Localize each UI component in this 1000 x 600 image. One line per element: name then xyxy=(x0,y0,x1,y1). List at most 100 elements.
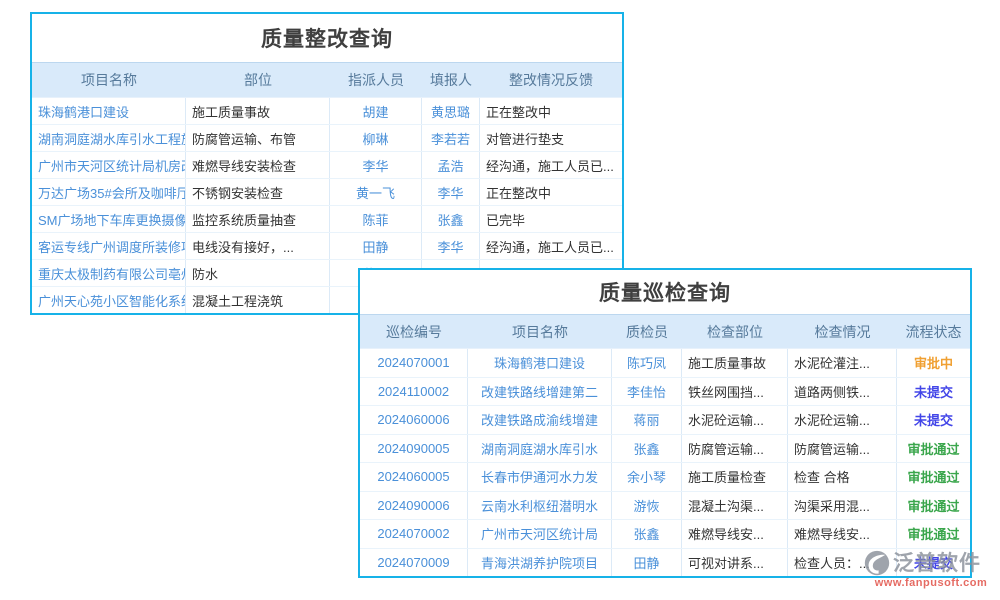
project-name-link[interactable]: 客运专线广州调度所装修项 xyxy=(32,233,186,259)
project-name-link[interactable]: 广州市天河区统计局 xyxy=(468,520,612,548)
inspector-link[interactable]: 张鑫 xyxy=(612,520,682,548)
assignee-link[interactable]: 李华 xyxy=(330,152,422,178)
inspection-id-link[interactable]: 2024070002 xyxy=(360,520,468,548)
reporter-link[interactable]: 孟浩 xyxy=(422,152,480,178)
assignee-link[interactable]: 柳琳 xyxy=(330,125,422,151)
project-name-link[interactable]: 广州市天河区统计局机房改 xyxy=(32,152,186,178)
table-header-row: 巡检编号 项目名称 质检员 检查部位 检查情况 流程状态 xyxy=(360,314,970,349)
status-badge: 审批中 xyxy=(914,356,953,371)
part-cell: 监控系统质量抽查 xyxy=(186,206,330,232)
column-header-check-situation: 检查情况 xyxy=(788,322,897,342)
reporter-link[interactable]: 李华 xyxy=(422,233,480,259)
table-row[interactable]: 万达广场35#会所及咖啡厅装 不锈钢安装检查 黄一飞 李华 正在整改中 xyxy=(32,179,622,206)
inspection-id-link[interactable]: 2024090005 xyxy=(360,435,468,463)
inspection-id-link[interactable]: 2024110002 xyxy=(360,378,468,406)
watermark-url: www.fanpusoft.com xyxy=(864,578,998,589)
inspector-link[interactable]: 蒋丽 xyxy=(612,406,682,434)
column-header-project: 项目名称 xyxy=(32,70,186,90)
table-row[interactable]: 2024070001 珠海鹤港口建设 陈巧凤 施工质量事故 水泥砼灌注... 审… xyxy=(360,349,970,378)
check-situation-cell: 防腐管运输... xyxy=(788,435,897,463)
part-cell: 不锈钢安装检查 xyxy=(186,179,330,205)
project-name-link[interactable]: 改建铁路线增建第二 xyxy=(468,378,612,406)
inspection-id-link[interactable]: 2024060006 xyxy=(360,406,468,434)
feedback-cell: 经沟通，施工人员已... xyxy=(480,237,622,256)
status-badge: 审批通过 xyxy=(907,527,959,542)
inspection-id-link[interactable]: 2024060005 xyxy=(360,463,468,491)
table-row[interactable]: 客运专线广州调度所装修项 电线没有接好，... 田静 李华 经沟通，施工人员已.… xyxy=(32,233,622,260)
check-part-cell: 水泥砼运输... xyxy=(682,406,788,434)
part-cell: 防腐管运输、布管 xyxy=(186,125,330,151)
project-name-link[interactable]: 重庆太极制药有限公司亳州 xyxy=(32,260,186,286)
assignee-link[interactable]: 胡建 xyxy=(330,98,422,124)
project-name-link[interactable]: 长春市伊通河水力发 xyxy=(468,463,612,491)
column-header-project: 项目名称 xyxy=(468,322,612,342)
assignee-link[interactable]: 陈菲 xyxy=(330,206,422,232)
project-name-link[interactable]: 湖南洞庭湖水库引水 xyxy=(468,435,612,463)
project-name-link[interactable]: SM广场地下车库更换摄像机 xyxy=(32,206,186,232)
assignee-link[interactable]: 黄一飞 xyxy=(330,179,422,205)
table-row[interactable]: 珠海鹤港口建设 施工质量事故 胡建 黄思璐 正在整改中 xyxy=(32,98,622,125)
column-header-inspector: 质检员 xyxy=(612,322,682,342)
check-situation-cell: 难燃导线安... xyxy=(788,520,897,548)
project-name-link[interactable]: 广州天心苑小区智能化系统 xyxy=(32,287,186,313)
reporter-link[interactable]: 张鑫 xyxy=(422,206,480,232)
column-header-feedback: 整改情况反馈 xyxy=(480,70,622,90)
project-name-link[interactable]: 湖南洞庭湖水库引水工程施 xyxy=(32,125,186,151)
table-row[interactable]: 2024110002 改建铁路线增建第二 李佳怡 铁丝网围挡... 道路两侧铁.… xyxy=(360,378,970,407)
part-cell: 防水 xyxy=(186,260,330,286)
inspector-link[interactable]: 田静 xyxy=(612,549,682,577)
table-row[interactable]: 2024090005 湖南洞庭湖水库引水 张鑫 防腐管运输... 防腐管运输..… xyxy=(360,435,970,464)
reporter-link[interactable]: 李华 xyxy=(422,179,480,205)
inspector-link[interactable]: 李佳怡 xyxy=(612,378,682,406)
reporter-link[interactable]: 黄思璐 xyxy=(422,98,480,124)
check-part-cell: 混凝土沟渠... xyxy=(682,492,788,520)
table-row[interactable]: 2024060006 改建铁路成渝线增建 蒋丽 水泥砼运输... 水泥砼运输..… xyxy=(360,406,970,435)
check-situation-cell: 水泥砼灌注... xyxy=(788,349,897,377)
status-badge: 未提交 xyxy=(914,385,953,400)
check-situation-cell: 道路两侧铁... xyxy=(788,378,897,406)
check-part-cell: 难燃导线安... xyxy=(682,520,788,548)
inspection-id-link[interactable]: 2024070009 xyxy=(360,549,468,577)
table-row[interactable]: 2024060005 长春市伊通河水力发 余小琴 施工质量检查 检查 合格 审批… xyxy=(360,463,970,492)
project-name-link[interactable]: 青海洪湖养护院项目 xyxy=(468,549,612,577)
project-name-link[interactable]: 万达广场35#会所及咖啡厅装 xyxy=(32,179,186,205)
column-header-flow-status: 流程状态 xyxy=(897,322,970,342)
table-row[interactable]: SM广场地下车库更换摄像机 监控系统质量抽查 陈菲 张鑫 已完毕 xyxy=(32,206,622,233)
table-row[interactable]: 2024070002 广州市天河区统计局 张鑫 难燃导线安... 难燃导线安..… xyxy=(360,520,970,549)
window-title: 质量巡检查询 xyxy=(360,270,970,314)
fanpu-watermark: 泛普软件 www.fanpusoft.com xyxy=(864,550,998,589)
check-situation-cell: 检查 合格 xyxy=(788,463,897,491)
inspection-id-link[interactable]: 2024090006 xyxy=(360,492,468,520)
watermark-brand-text: 泛普软件 xyxy=(893,553,981,574)
flow-status-cell: 审批中 xyxy=(897,353,970,372)
reporter-link[interactable]: 李若若 xyxy=(422,125,480,151)
status-badge: 未提交 xyxy=(914,413,953,428)
table-row[interactable]: 湖南洞庭湖水库引水工程施 防腐管运输、布管 柳琳 李若若 对管进行垫支 xyxy=(32,125,622,152)
column-header-assignee: 指派人员 xyxy=(330,70,422,90)
status-badge: 审批通过 xyxy=(907,499,959,514)
feedback-cell: 正在整改中 xyxy=(480,102,622,121)
status-badge: 审批通过 xyxy=(907,470,959,485)
feedback-cell: 已完毕 xyxy=(480,210,622,229)
inspector-link[interactable]: 张鑫 xyxy=(612,435,682,463)
project-name-link[interactable]: 珠海鹤港口建设 xyxy=(468,349,612,377)
inspector-link[interactable]: 余小琴 xyxy=(612,463,682,491)
project-name-link[interactable]: 珠海鹤港口建设 xyxy=(32,98,186,124)
inspection-table-body: 2024070001 珠海鹤港口建设 陈巧凤 施工质量事故 水泥砼灌注... 审… xyxy=(360,349,970,576)
feedback-cell: 对管进行垫支 xyxy=(480,129,622,148)
part-cell: 施工质量事故 xyxy=(186,98,330,124)
check-part-cell: 铁丝网围挡... xyxy=(682,378,788,406)
check-situation-cell: 沟渠采用混... xyxy=(788,492,897,520)
table-row[interactable]: 广州市天河区统计局机房改 难燃导线安装检查 李华 孟浩 经沟通，施工人员已... xyxy=(32,152,622,179)
feedback-cell: 正在整改中 xyxy=(480,183,622,202)
flow-status-cell: 未提交 xyxy=(897,382,970,401)
table-header-row: 项目名称 部位 指派人员 填报人 整改情况反馈 xyxy=(32,62,622,98)
table-row[interactable]: 2024090006 云南水利枢纽潜明水 游恢 混凝土沟渠... 沟渠采用混..… xyxy=(360,492,970,521)
project-name-link[interactable]: 改建铁路成渝线增建 xyxy=(468,406,612,434)
inspection-id-link[interactable]: 2024070001 xyxy=(360,349,468,377)
inspector-link[interactable]: 游恢 xyxy=(612,492,682,520)
project-name-link[interactable]: 云南水利枢纽潜明水 xyxy=(468,492,612,520)
inspector-link[interactable]: 陈巧凤 xyxy=(612,349,682,377)
assignee-link[interactable]: 田静 xyxy=(330,233,422,259)
part-cell: 难燃导线安装检查 xyxy=(186,152,330,178)
